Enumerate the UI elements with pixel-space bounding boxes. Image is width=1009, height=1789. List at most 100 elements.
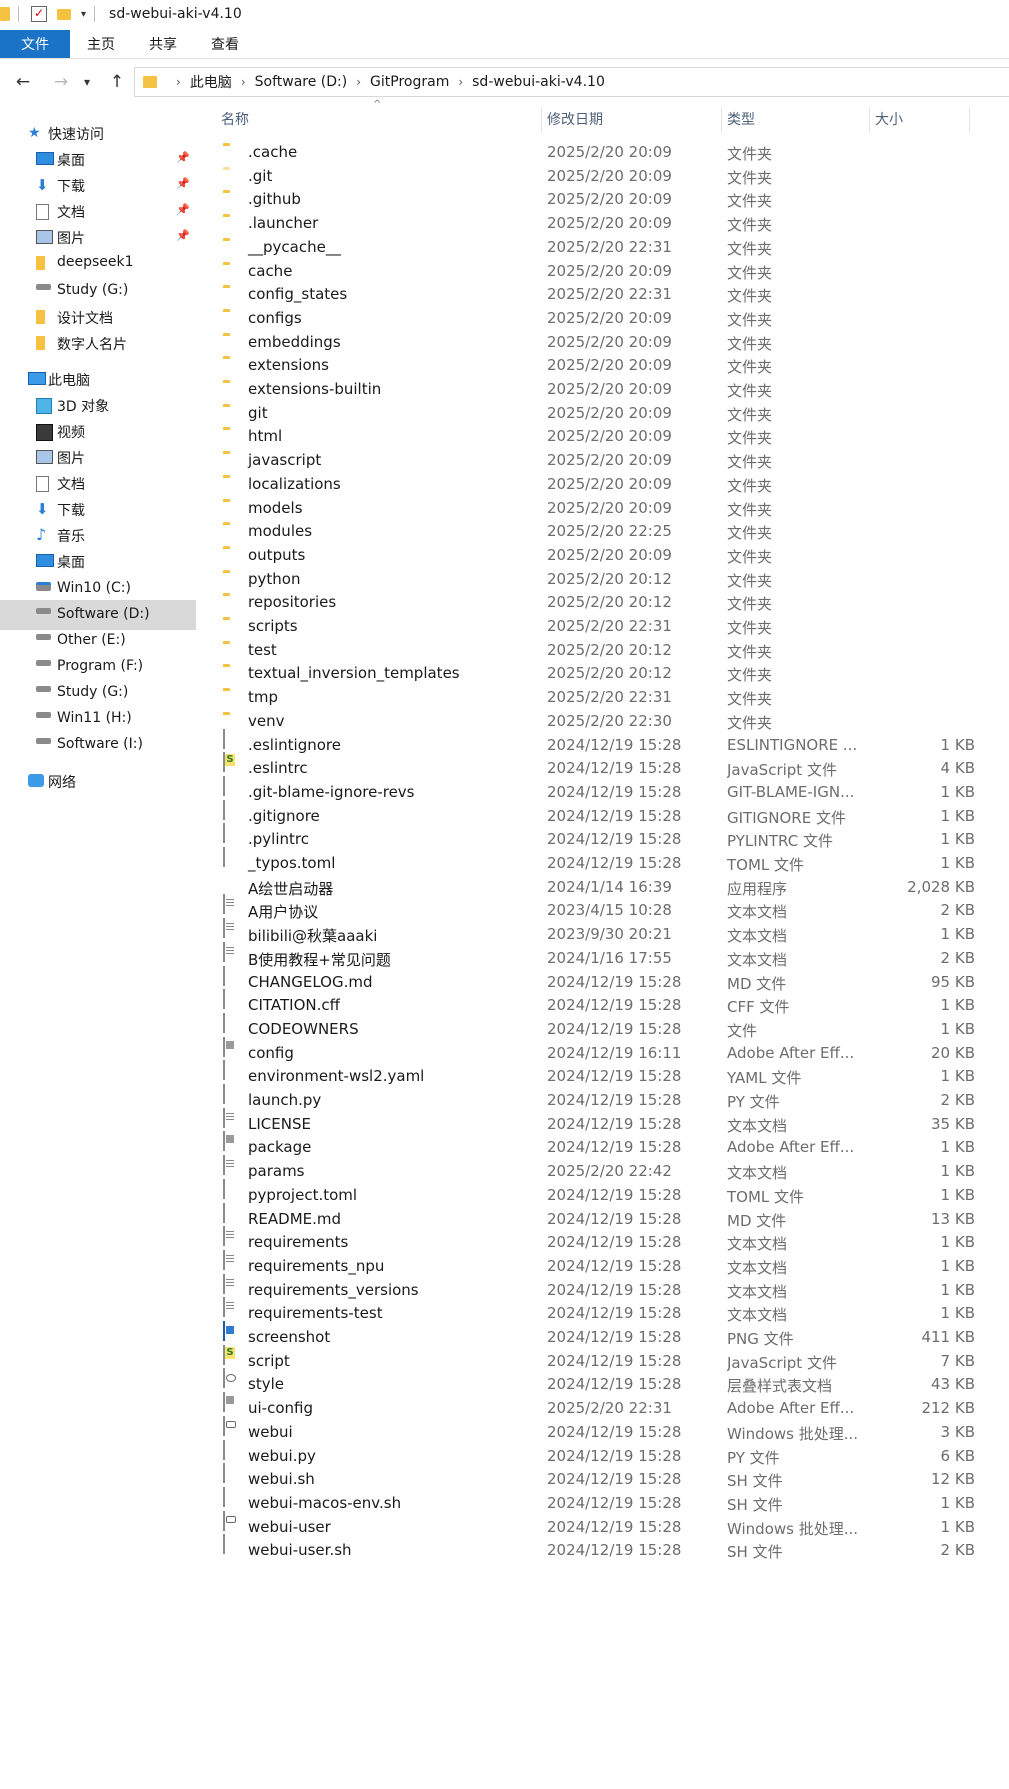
file-row[interactable]: webui-user.sh 2024/12/19 15:28 SH 文件 2 KB [205,1534,975,1564]
file-name: cache [248,261,293,280]
sidebar-item[interactable]: 桌面 [0,546,196,576]
toolbar-divider [94,6,96,22]
tab-view[interactable]: 查看 [194,30,256,58]
file-name: _typos.toml [248,854,336,872]
recent-locations-chevron-icon[interactable]: ▾ [74,69,100,95]
file-modified-date: 2024/12/19 15:28 [547,1091,682,1109]
tab-share[interactable]: 共享 [132,30,194,58]
file-size: 13 KB [931,1209,975,1228]
file-size: 2,028 KB [907,877,975,896]
file-modified-date: 2024/1/16 17:55 [547,948,672,967]
back-arrow-icon[interactable]: ← [10,69,36,95]
chevron-right-icon[interactable]: › [458,75,463,89]
file-name: repositories [248,593,337,612]
file-name: CITATION.cff [248,996,340,1015]
file-name: .git [248,166,273,185]
sidebar-item[interactable]: 网络 [0,766,196,796]
system-drive-icon [36,582,51,591]
file-name: screenshot [248,1328,331,1346]
file-modified-date: 2023/4/15 10:28 [547,901,672,920]
sidebar-item-label: 快速访问 [48,127,104,143]
file-size: 7 KB [940,1351,975,1370]
file-type: 文本文档 [727,1235,788,1254]
file-modified-date: 2025/2/20 20:09 [547,474,672,493]
file-type: 文件夹 [727,358,773,377]
toolbar-divider [18,6,19,22]
file-modified-date: 2024/12/19 15:28 [547,735,682,754]
column-divider[interactable] [721,107,722,133]
file-size: 6 KB [940,1446,975,1465]
column-divider[interactable] [969,107,970,133]
file-icon [223,965,225,986]
customize-toolbar-icon[interactable]: ▾ [81,9,86,20]
properties-icon[interactable]: ✓ [31,6,47,22]
file-size: 1 KB [940,782,975,801]
column-header-name[interactable]: 名称 [221,103,249,135]
file-modified-date: 2025/2/20 20:09 [547,143,672,161]
file-modified-date: 2025/2/20 20:09 [547,380,672,398]
file-name: webui-user [248,1517,331,1536]
star-icon: ★ [28,125,41,141]
sidebar-item[interactable]: Software (I:) [0,730,196,760]
3d-objects-icon [36,398,52,414]
file-name: python [248,569,301,588]
file-type: 文本文档 [727,903,788,922]
column-header-date[interactable]: 修改日期 [547,103,603,135]
chevron-right-icon[interactable]: › [241,75,246,89]
sidebar-item[interactable]: deepseek1 [0,248,196,278]
file-size: 35 KB [931,1114,975,1133]
column-header-type[interactable]: 类型 [727,103,755,135]
file-name: javascript [248,451,322,470]
file-name: requirements_versions [248,1280,419,1299]
file-modified-date: 2025/2/20 20:09 [547,190,672,209]
sidebar-item-label: 3D 对象 [57,399,110,415]
file-modified-date: 2025/2/20 22:31 [547,285,672,304]
file-size: 1 KB [940,1067,975,1086]
file-type: 文件夹 [727,145,773,163]
file-name: params [248,1162,305,1181]
file-type: 文本文档 [727,1282,788,1301]
file-modified-date: 2025/2/20 20:09 [547,451,672,470]
chevron-right-icon[interactable]: › [176,75,181,89]
text-document-icon [223,1273,225,1294]
breadcrumb-gitprogram[interactable]: GitProgram [370,74,449,90]
address-bar[interactable]: › 此电脑 › Software (D:) › GitProgram › sd-… [134,67,1009,97]
file-modified-date: 2024/12/19 15:28 [547,782,682,801]
file-name: launch.py [248,1091,322,1109]
javascript-file-icon [223,1344,225,1365]
file-type: Adobe After Eff... [727,1138,855,1157]
after-effects-file-icon [223,1392,225,1413]
forward-arrow-icon[interactable]: → [48,69,74,95]
breadcrumb-software-d[interactable]: Software (D:) [255,74,348,90]
file-name: .launcher [248,214,319,233]
file-type: CFF 文件 [727,998,790,1017]
file-modified-date: 2024/12/19 15:28 [547,1351,682,1370]
tab-file[interactable]: 文件 [0,30,70,58]
file-modified-date: 2024/12/19 16:11 [547,1043,682,1062]
file-type: 文件夹 [727,405,773,424]
file-size: 2 KB [940,1091,975,1109]
column-divider[interactable] [869,107,870,133]
breadcrumb-this-pc[interactable]: 此电脑 [190,72,232,92]
file-type: 文件夹 [727,690,773,709]
file-type: Windows 批处理... [727,1424,859,1443]
file-type: 文件夹 [727,192,773,211]
file-type: PYLINTRC 文件 [727,832,833,851]
drive-icon [36,608,51,614]
file-name: README.md [248,1209,342,1228]
sidebar-item-label: 下载 [57,179,85,195]
file-icon [223,799,225,820]
sidebar-item[interactable]: 数字人名片 [0,328,196,358]
chevron-right-icon[interactable]: › [356,75,361,89]
tab-home[interactable]: 主页 [70,30,132,58]
computer-icon [28,372,46,385]
column-header-size[interactable]: 大小 [875,103,903,135]
up-arrow-icon[interactable]: ↑ [104,69,130,95]
breadcrumb-current-folder[interactable]: sd-webui-aki-v4.10 [472,74,605,90]
file-type: 文件夹 [727,571,773,590]
pin-icon: 📌 [176,177,190,190]
file-modified-date: 2024/12/19 15:28 [547,1541,682,1560]
file-modified-date: 2024/12/19 15:28 [547,1209,682,1228]
column-divider[interactable] [541,107,542,133]
new-folder-icon[interactable] [57,8,71,20]
